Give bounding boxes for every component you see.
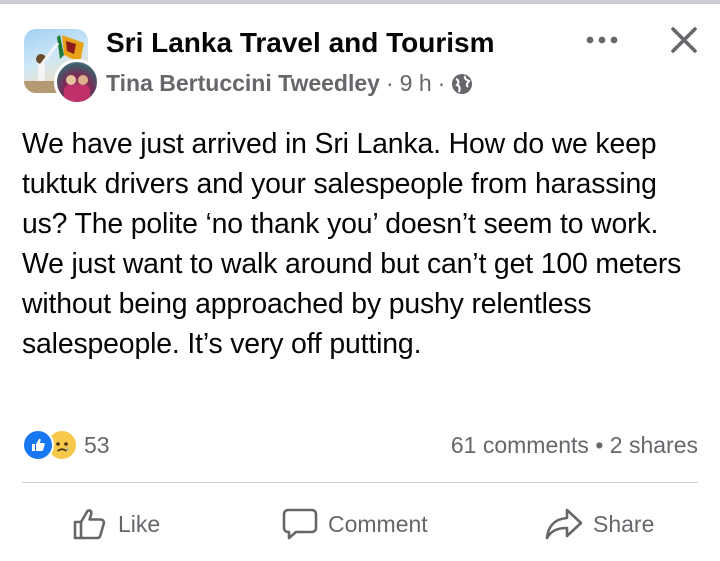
comment-label: Comment (328, 510, 428, 537)
close-button[interactable] (666, 24, 702, 60)
group-avatar[interactable] (24, 29, 100, 105)
like-label: Like (118, 510, 161, 537)
share-button[interactable]: Share (545, 504, 654, 544)
reactions-summary[interactable]: 53 (22, 429, 110, 461)
engagement-counts: 61 comments • 2 shares (451, 432, 698, 459)
thumbs-up-icon (73, 509, 106, 540)
comment-icon (282, 508, 318, 540)
author-avatar[interactable] (54, 59, 100, 105)
post-header: Sri Lanka Travel and Tourism Tina Bertuc… (0, 0, 720, 110)
post-body: We have just arrived in Sri Lanka. How d… (22, 128, 682, 360)
shares-count[interactable]: 2 shares (610, 432, 698, 458)
close-icon (670, 26, 698, 59)
comment-button[interactable]: Comment (282, 504, 428, 544)
post-actions: Like Comment Share (0, 484, 720, 561)
post-stats: 53 61 comments • 2 shares (0, 420, 720, 468)
post-time[interactable]: 9 h (400, 70, 432, 97)
actions-divider (22, 482, 698, 483)
like-icon (22, 429, 54, 461)
counts-separator: • (595, 432, 604, 458)
reaction-count: 53 (84, 431, 110, 458)
post-meta: Tina Bertuccini Tweedley · 9 h · (106, 70, 473, 97)
group-name[interactable]: Sri Lanka Travel and Tourism (106, 27, 495, 59)
meta-separator: · (385, 70, 394, 96)
share-label: Share (593, 510, 655, 537)
comments-count[interactable]: 61 comments (451, 432, 589, 458)
author-photo-art (64, 75, 90, 102)
globe-icon (451, 73, 473, 95)
more-options-button[interactable] (582, 26, 622, 54)
author-name[interactable]: Tina Bertuccini Tweedley (106, 70, 380, 97)
like-button[interactable]: Like (72, 504, 160, 544)
more-icon (586, 31, 618, 49)
meta-separator: · (437, 70, 446, 96)
share-icon (545, 508, 583, 540)
